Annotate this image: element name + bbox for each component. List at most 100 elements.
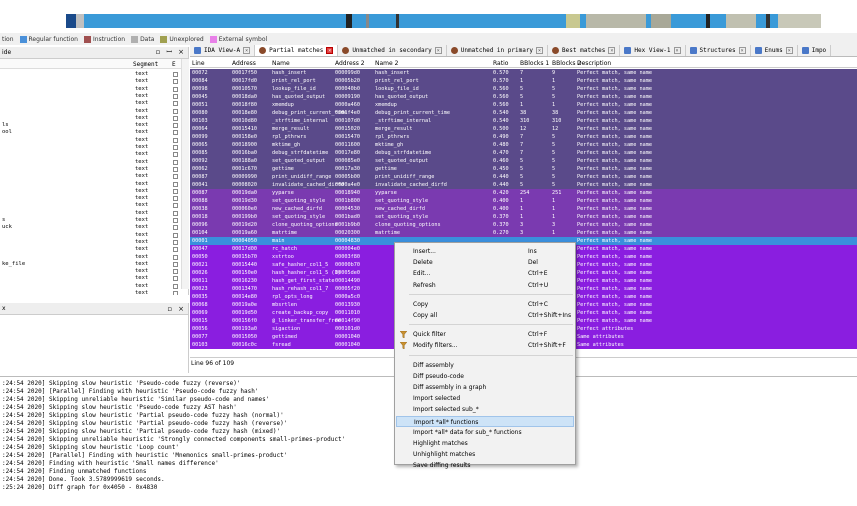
table-row[interactable]: 00051 00018f80 xmemdup 0000a460 xmemdup 0.560…	[190, 101, 857, 109]
tab-ida-view-a[interactable]: IDA View-A ×	[190, 45, 256, 56]
tab-impo[interactable]: Impo	[798, 45, 832, 56]
tab-enums[interactable]: Enums ×	[751, 45, 798, 56]
column-header-name2[interactable]: Name 2	[375, 60, 398, 67]
row-checkbox[interactable]	[173, 225, 178, 231]
menu-item-refresh[interactable]: Refresh Ctrl+U	[396, 280, 574, 291]
table-row[interactable]: 00072 00017f50 hash_insert 000099d0 hash_ins…	[190, 69, 857, 77]
menu-item-highlight-matches[interactable]: Highlight matches	[396, 438, 574, 449]
menu-item-delete[interactable]: Delete Del	[396, 257, 574, 268]
segment-column-header[interactable]: Segment	[133, 61, 158, 68]
menu-item-modify-filters[interactable]: Modify filters... Ctrl+Shift+F	[396, 340, 574, 351]
menu-item-edit[interactable]: Edit... Ctrl+E	[396, 268, 574, 279]
column-header-ratio[interactable]: Ratio	[493, 60, 508, 67]
table-row[interactable]: 00087 00009990 print_unidiff_range 00005b00…	[190, 173, 857, 181]
menu-item-import-all-functions[interactable]: Import *all* functions	[396, 415, 574, 427]
menu-item-import-selected[interactable]: Import selected	[396, 393, 574, 404]
column-header-line[interactable]: Line	[192, 60, 205, 67]
table-row[interactable]: 00092 000188a0 set_quoted_output 000085e0 se…	[190, 157, 857, 165]
menu-item-diff-assembly[interactable]: Diff assembly	[396, 360, 574, 371]
float-icon[interactable]: ▫	[156, 48, 161, 57]
tab-close-icon[interactable]: ×	[608, 47, 616, 54]
menu-item-import-all-data-for-sub-functions[interactable]: Import *all* data for sub_* functions	[396, 427, 574, 438]
table-row[interactable]: 00085 00016ba0 debug_strfdatetime 00017e80 d…	[190, 149, 857, 157]
row-checkbox[interactable]	[173, 247, 178, 253]
tab-partial-matches[interactable]: Partial matches ×	[255, 45, 339, 56]
row-checkbox[interactable]	[173, 145, 178, 150]
row-checkbox[interactable]	[173, 232, 178, 238]
row-checkbox[interactable]	[173, 137, 178, 143]
table-row[interactable]: 00099 000158e0 rpl_pthrwrs 00015470 rpl_pthr…	[190, 133, 857, 141]
menu-item-diff-pseudo-code[interactable]: Diff pseudo-code	[396, 371, 574, 382]
table-row[interactable]: 00104 00019a60 matrtime 00020300 matrtime 0.2…	[190, 229, 857, 237]
menu-item-copy[interactable]: Copy Ctrl+C	[396, 299, 574, 310]
tab-best-matches[interactable]: Best matches ×	[548, 45, 621, 56]
table-row[interactable]: 00087 00019da0 yyparse 00018940 yyparse 0.420…	[190, 189, 857, 197]
row-checkbox[interactable]	[173, 115, 178, 121]
row-checkbox[interactable]	[173, 283, 178, 289]
row-checkbox[interactable]	[173, 166, 178, 172]
tab-unmatched-in-secondary[interactable]: Unmatched in secondary ×	[338, 45, 447, 56]
menu-item-import-selected-sub[interactable]: Import selected sub_*	[396, 404, 574, 415]
row-checkbox[interactable]	[173, 269, 178, 275]
row-checkbox[interactable]	[173, 130, 178, 136]
navigation-band[interactable]	[66, 14, 821, 28]
row-checkbox[interactable]	[173, 72, 178, 77]
pin-icon[interactable]: ꟷ	[166, 48, 172, 57]
column-header-name[interactable]: Name	[272, 60, 290, 67]
table-row[interactable]: 00080 00018e80 debug_print_current_time 000…	[190, 109, 857, 117]
menu-item-insert[interactable]: Insert... Ins	[396, 246, 574, 257]
e-column-header[interactable]: E	[172, 61, 176, 68]
tab-unmatched-in-primary[interactable]: Unmatched in primary ×	[447, 45, 549, 56]
row-checkbox[interactable]	[173, 108, 178, 114]
table-row[interactable]: 00088 00019d30 set_quoting_style 0001b800 se…	[190, 197, 857, 205]
close-icon[interactable]: ×	[178, 305, 184, 313]
row-checkbox[interactable]	[173, 93, 178, 99]
tab-close-icon[interactable]: ×	[738, 47, 746, 54]
menu-item-quick-filter[interactable]: Quick filter Ctrl+F	[396, 329, 574, 340]
row-checkbox[interactable]	[173, 196, 178, 202]
row-checkbox[interactable]	[173, 203, 178, 209]
row-checkbox[interactable]	[173, 123, 178, 129]
close-icon[interactable]: ×	[178, 48, 184, 57]
row-checkbox[interactable]	[173, 152, 178, 158]
tab-close-icon[interactable]: ×	[536, 47, 544, 54]
function-list-row[interactable]: text	[0, 290, 180, 295]
column-header-desc[interactable]: Description	[577, 60, 611, 67]
functions-scrollbar[interactable]	[181, 59, 189, 289]
table-row[interactable]: 00038 000060e0 new_cached_dirfd 00004530 new…	[190, 205, 857, 213]
row-checkbox[interactable]	[173, 159, 178, 165]
table-row[interactable]: 00084 00017fd0 print_rel_port 00005b20 print…	[190, 77, 857, 85]
table-row[interactable]: 00103 00010d80 _strftime_internal 000107d0 _…	[190, 117, 857, 125]
table-row[interactable]: 00064 00015410 merge_result 00015020 merge_r…	[190, 125, 857, 133]
row-checkbox[interactable]	[173, 79, 178, 85]
table-row[interactable]: 00018 000199b0 set_quoting_style 0001bad0 se…	[190, 213, 857, 221]
menu-item-save-diffing-results[interactable]: Save diffing results	[396, 460, 574, 471]
row-checkbox[interactable]	[173, 210, 178, 216]
row-checkbox[interactable]	[173, 261, 178, 267]
table-row[interactable]: 00062 0001c670 gettime 00017a30 gettime 0.450…	[190, 165, 857, 173]
tab-close-icon[interactable]: ×	[673, 47, 681, 54]
row-checkbox[interactable]	[173, 276, 178, 282]
tab-close-icon[interactable]: ×	[434, 47, 442, 54]
tab-close-icon[interactable]: ×	[243, 47, 251, 54]
column-header-addr2[interactable]: Address 2	[335, 60, 365, 67]
row-checkbox[interactable]	[173, 239, 178, 245]
tab-close-icon[interactable]: ×	[326, 47, 334, 54]
menu-item-diff-assembly-in-a-graph[interactable]: Diff assembly in a graph	[396, 382, 574, 393]
tab-hex-view-1[interactable]: Hex View-1 ×	[620, 45, 686, 56]
column-header-bb1[interactable]: BBlocks 1	[520, 60, 549, 67]
column-header-addr[interactable]: Address	[232, 60, 256, 67]
row-checkbox[interactable]	[173, 174, 178, 180]
table-row[interactable]: 00096 00019d20 clone_quoting_options 0001b9…	[190, 221, 857, 229]
row-checkbox[interactable]	[173, 291, 178, 295]
tab-structures[interactable]: Structures ×	[686, 45, 751, 56]
table-row[interactable]: 00098 00010570 lookup_file_id 000040b0 looku…	[190, 85, 857, 93]
row-checkbox[interactable]	[173, 86, 178, 92]
row-checkbox[interactable]	[173, 181, 178, 187]
tab-close-icon[interactable]: ×	[785, 47, 793, 54]
table-row[interactable]: 00041 00008020 invalidate_cached_dirfd 0000…	[190, 181, 857, 189]
menu-item-unhighlight-matches[interactable]: Unhighlight matches	[396, 449, 574, 460]
table-row[interactable]: 00045 00018da0 has_quoted_output 00009190 ha…	[190, 93, 857, 101]
table-row[interactable]: 00065 00018900 mktime_gh 00011600 mktime_gh 0…	[190, 141, 857, 149]
float-icon[interactable]: ▫	[167, 305, 172, 313]
